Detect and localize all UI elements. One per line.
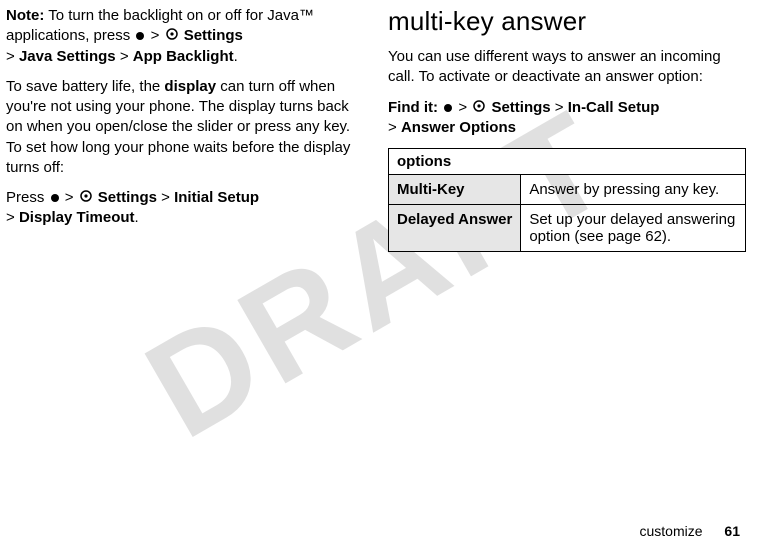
table-row: Delayed Answer Set up your delayed answe… bbox=[389, 205, 746, 252]
page-number: 61 bbox=[724, 523, 740, 539]
table-row: Multi-Key Answer by pressing any key. bbox=[389, 175, 746, 205]
nav-sep: > bbox=[555, 99, 564, 116]
nav-sep: > bbox=[65, 189, 74, 206]
right-column: multi-key answer You can use different w… bbox=[388, 6, 746, 252]
center-key-icon bbox=[444, 104, 452, 112]
center-key-icon bbox=[51, 194, 59, 202]
option-name: Multi-Key bbox=[389, 175, 521, 205]
page-footer: customize 61 bbox=[640, 523, 741, 539]
nav-sep: > bbox=[161, 189, 170, 206]
para3a: Press bbox=[6, 189, 49, 206]
findit-paragraph: Find it: > Settings > In-Call Setup > An… bbox=[388, 98, 746, 139]
nav-answer-options: Answer Options bbox=[401, 119, 516, 136]
option-desc: Answer by pressing any key. bbox=[521, 175, 746, 205]
nav-app-backlight: App Backlight bbox=[133, 48, 234, 65]
nav-settings: Settings bbox=[491, 99, 550, 116]
nav-sep: > bbox=[388, 119, 397, 136]
table-header-row: options bbox=[389, 149, 746, 175]
left-column: Note: To turn the backlight on or off fo… bbox=[6, 6, 364, 252]
gear-icon bbox=[166, 26, 178, 46]
nav-sep: > bbox=[151, 27, 160, 44]
nav-java-settings: Java Settings bbox=[19, 48, 116, 65]
section-heading: multi-key answer bbox=[388, 6, 746, 37]
nav-settings: Settings bbox=[98, 189, 157, 206]
options-table: options Multi-Key Answer by pressing any… bbox=[388, 148, 746, 252]
center-key-icon bbox=[136, 32, 144, 40]
nav-display-timeout: Display Timeout bbox=[19, 209, 135, 226]
note-text: To turn the backlight on or off for Java… bbox=[6, 7, 314, 44]
note-label: Note: bbox=[6, 7, 44, 24]
nav-incall-setup: In-Call Setup bbox=[568, 99, 660, 116]
nav-sep: > bbox=[6, 209, 15, 226]
options-header: options bbox=[389, 149, 746, 175]
nav-sep: > bbox=[6, 48, 15, 65]
para2-bold: display bbox=[164, 78, 216, 95]
press-paragraph: Press > Settings > Initial Setup > Displ… bbox=[6, 188, 364, 229]
intro-paragraph: You can use different ways to answer an … bbox=[388, 47, 746, 88]
gear-icon bbox=[473, 98, 485, 118]
option-name: Delayed Answer bbox=[389, 205, 521, 252]
display-paragraph: To save battery life, the display can tu… bbox=[6, 77, 364, 178]
nav-sep: > bbox=[458, 99, 467, 116]
para2a: To save battery life, the bbox=[6, 78, 164, 95]
gear-icon bbox=[80, 188, 92, 208]
page-columns: Note: To turn the backlight on or off fo… bbox=[0, 0, 758, 252]
footer-label: customize bbox=[640, 523, 703, 539]
note-paragraph: Note: To turn the backlight on or off fo… bbox=[6, 6, 364, 67]
findit-label: Find it: bbox=[388, 99, 438, 116]
option-desc: Set up your delayed answering option (se… bbox=[521, 205, 746, 252]
nav-sep: > bbox=[120, 48, 129, 65]
nav-initial-setup: Initial Setup bbox=[174, 189, 259, 206]
nav-settings: Settings bbox=[184, 27, 243, 44]
